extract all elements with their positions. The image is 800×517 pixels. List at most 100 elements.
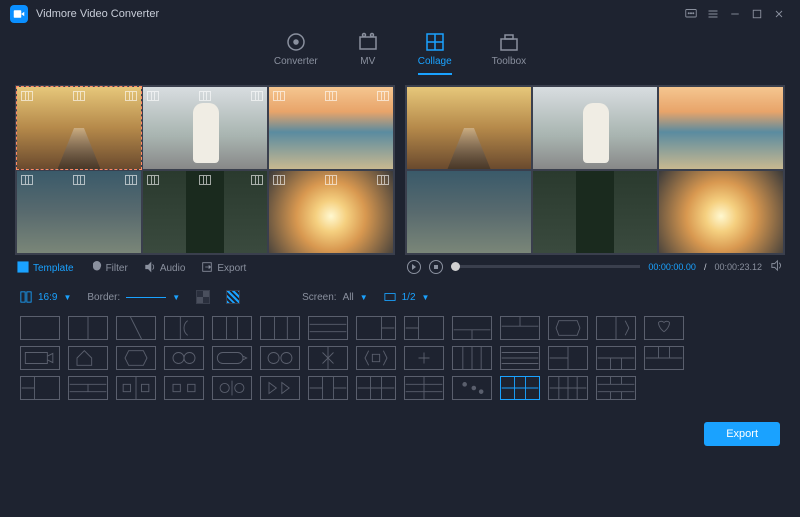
template-item[interactable]	[20, 316, 60, 340]
view-scale-select[interactable]: 1/2 ▼	[384, 291, 430, 303]
template-item-selected[interactable]	[500, 376, 540, 400]
template-item[interactable]	[548, 376, 588, 400]
template-item[interactable]	[260, 316, 300, 340]
template-item[interactable]	[116, 316, 156, 340]
tab-filter[interactable]: Filter	[90, 261, 128, 276]
export-button[interactable]: Export	[704, 422, 780, 446]
collage-cell[interactable]	[268, 86, 394, 170]
play-button[interactable]	[407, 260, 421, 274]
time-current: 00:00:00.00	[648, 262, 696, 272]
template-item[interactable]	[500, 346, 540, 370]
editor-tabs: Template Filter Audio Export	[15, 255, 395, 282]
screen-select[interactable]: Screen: All ▼	[302, 292, 368, 303]
nav-collage[interactable]: Collage	[418, 32, 452, 75]
nav-label: Converter	[274, 56, 318, 67]
template-item[interactable]	[164, 316, 204, 340]
template-item[interactable]	[452, 376, 492, 400]
template-item[interactable]	[356, 346, 396, 370]
border-label: Border:	[87, 292, 120, 303]
main-nav: Converter MV Collage Toolbox	[0, 28, 800, 85]
template-item[interactable]	[212, 376, 252, 400]
view-value: 1/2	[402, 292, 416, 303]
template-item[interactable]	[452, 346, 492, 370]
template-item[interactable]	[596, 376, 636, 400]
template-item[interactable]	[164, 346, 204, 370]
collage-icon	[425, 32, 445, 52]
tab-label: Export	[217, 263, 246, 274]
template-item[interactable]	[644, 346, 684, 370]
template-item[interactable]	[596, 346, 636, 370]
collage-cell[interactable]	[268, 170, 394, 254]
collage-cell[interactable]	[16, 170, 142, 254]
tab-audio[interactable]: Audio	[144, 261, 186, 276]
feedback-icon[interactable]	[680, 3, 702, 25]
template-item[interactable]	[68, 346, 108, 370]
time-separator: /	[704, 262, 707, 272]
template-item[interactable]	[116, 376, 156, 400]
nav-toolbox[interactable]: Toolbox	[492, 32, 526, 75]
collage-cell[interactable]	[142, 170, 268, 254]
time-total: 00:00:23.12	[714, 262, 762, 272]
pattern-picker-button[interactable]	[226, 290, 240, 304]
template-item[interactable]	[356, 316, 396, 340]
template-item[interactable]	[116, 346, 156, 370]
template-item[interactable]	[68, 316, 108, 340]
preview-panel: 00:00:00.00 / 00:00:23.12	[405, 85, 785, 282]
aspect-ratio-select[interactable]: 16:9 ▼	[20, 291, 71, 303]
template-item[interactable]	[308, 346, 348, 370]
template-item[interactable]	[404, 316, 444, 340]
template-item[interactable]	[164, 376, 204, 400]
template-item[interactable]	[596, 316, 636, 340]
template-item[interactable]	[20, 346, 60, 370]
nav-mv[interactable]: MV	[358, 32, 378, 75]
collage-editor-grid[interactable]	[15, 85, 395, 255]
chevron-down-icon: ▼	[172, 293, 180, 302]
app-logo	[10, 5, 28, 23]
template-item[interactable]	[404, 376, 444, 400]
template-item[interactable]	[212, 316, 252, 340]
template-item[interactable]	[500, 316, 540, 340]
template-item[interactable]	[548, 346, 588, 370]
tab-export[interactable]: Export	[201, 261, 246, 276]
template-item[interactable]	[356, 376, 396, 400]
template-item[interactable]	[548, 316, 588, 340]
collage-cell[interactable]	[142, 86, 268, 170]
app-title: Vidmore Video Converter	[36, 8, 159, 20]
template-item[interactable]	[452, 316, 492, 340]
footer-bar: Export	[0, 414, 800, 454]
stop-button[interactable]	[429, 260, 443, 274]
seek-thumb[interactable]	[451, 262, 460, 271]
color-picker-button[interactable]	[196, 290, 210, 304]
collage-cell[interactable]	[16, 86, 142, 170]
toolbox-icon	[499, 32, 519, 52]
seek-bar[interactable]	[451, 265, 640, 268]
tab-label: Audio	[160, 263, 186, 274]
tab-template[interactable]: Template	[17, 261, 74, 276]
template-grid	[0, 312, 800, 414]
options-bar: 16:9 ▼ Border: ▼ Screen: All ▼ 1/2 ▼	[0, 282, 800, 312]
template-item[interactable]	[260, 346, 300, 370]
nav-label: MV	[360, 56, 375, 67]
template-item[interactable]	[308, 316, 348, 340]
minimize-icon[interactable]	[724, 3, 746, 25]
nav-converter[interactable]: Converter	[274, 32, 318, 75]
template-item[interactable]	[260, 376, 300, 400]
screen-value: All	[343, 292, 354, 303]
close-icon[interactable]	[768, 3, 790, 25]
preview-controls: 00:00:00.00 / 00:00:23.12	[405, 255, 785, 278]
template-item[interactable]	[644, 316, 684, 340]
editor-panel: Template Filter Audio Export	[15, 85, 395, 282]
template-item[interactable]	[68, 376, 108, 400]
border-preview	[126, 297, 166, 298]
template-item[interactable]	[404, 346, 444, 370]
maximize-icon[interactable]	[746, 3, 768, 25]
template-item[interactable]	[212, 346, 252, 370]
border-control[interactable]: Border: ▼	[87, 292, 180, 303]
menu-icon[interactable]	[702, 3, 724, 25]
nav-label: Toolbox	[492, 56, 526, 67]
volume-icon[interactable]	[770, 259, 783, 274]
screen-label: Screen:	[302, 292, 336, 303]
chevron-down-icon: ▼	[360, 293, 368, 302]
template-item[interactable]	[308, 376, 348, 400]
template-item[interactable]	[20, 376, 60, 400]
